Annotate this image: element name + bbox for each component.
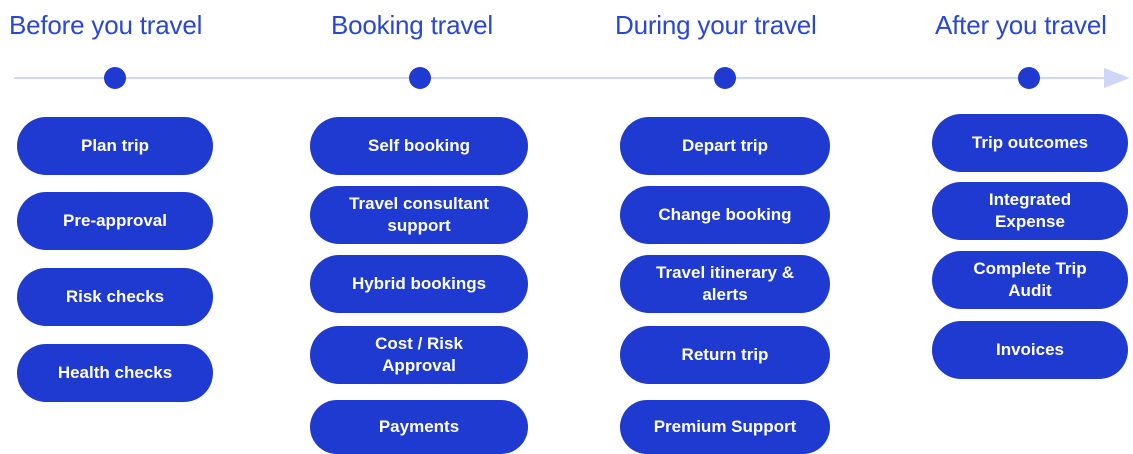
timeline-arrowhead: [1104, 68, 1130, 88]
step-label: Cost / Risk Approval: [375, 334, 463, 375]
step-label: Plan trip: [80, 136, 149, 155]
step-self-booking[interactable]: Self booking: [310, 117, 528, 175]
step-label: Self booking: [368, 136, 470, 155]
phase-title-during: During your travel: [615, 10, 817, 40]
step-label: Integrated Expense: [988, 190, 1072, 231]
step-label: Travel itinerary & alerts: [656, 263, 794, 304]
step-pre-approval[interactable]: Pre-approval: [17, 192, 213, 250]
step-label: Change booking: [658, 205, 792, 224]
phase-title-after: After you travel: [935, 10, 1107, 40]
step-label: Complete Trip Audit: [973, 259, 1087, 300]
step-complete-trip-audit[interactable]: Complete Trip Audit: [932, 251, 1128, 309]
step-travel-itinerary-alerts[interactable]: Travel itinerary & alerts: [620, 255, 830, 313]
step-label: Depart trip: [682, 136, 768, 155]
step-plan-trip[interactable]: Plan trip: [17, 117, 213, 175]
step-risk-checks[interactable]: Risk checks: [17, 268, 213, 326]
step-change-booking[interactable]: Change booking: [620, 186, 830, 244]
step-label: Payments: [378, 417, 460, 436]
step-label: Return trip: [681, 345, 769, 364]
timeline-dot-before: [104, 67, 126, 89]
step-label: Risk checks: [65, 287, 165, 306]
step-label: Travel consultant support: [349, 194, 489, 235]
step-label: Hybrid bookings: [351, 274, 487, 293]
timeline-line: [14, 77, 1112, 79]
timeline-dot-during: [714, 67, 736, 89]
step-invoices[interactable]: Invoices: [932, 321, 1128, 379]
step-label: Invoices: [995, 340, 1065, 359]
step-hybrid-bookings[interactable]: Hybrid bookings: [310, 255, 528, 313]
step-label: Pre-approval: [63, 211, 167, 230]
step-label: Health checks: [57, 363, 173, 382]
step-label: Trip outcomes: [971, 133, 1089, 152]
travel-journey-diagram: Before you travel Booking travel During …: [0, 0, 1133, 454]
step-health-checks[interactable]: Health checks: [17, 344, 213, 402]
step-integrated-expense[interactable]: Integrated Expense: [932, 182, 1128, 240]
step-travel-consultant-support[interactable]: Travel consultant support: [310, 186, 528, 244]
step-payments[interactable]: Payments: [310, 400, 528, 454]
step-premium-support[interactable]: Premium Support: [620, 400, 830, 454]
step-depart-trip[interactable]: Depart trip: [620, 117, 830, 175]
step-return-trip[interactable]: Return trip: [620, 326, 830, 384]
timeline-dot-booking: [409, 67, 431, 89]
phase-title-booking: Booking travel: [331, 10, 493, 40]
step-trip-outcomes[interactable]: Trip outcomes: [932, 114, 1128, 172]
phase-title-before: Before you travel: [9, 10, 203, 40]
timeline-dot-after: [1018, 67, 1040, 89]
step-cost-risk-approval[interactable]: Cost / Risk Approval: [310, 326, 528, 384]
step-label: Premium Support: [653, 417, 797, 436]
